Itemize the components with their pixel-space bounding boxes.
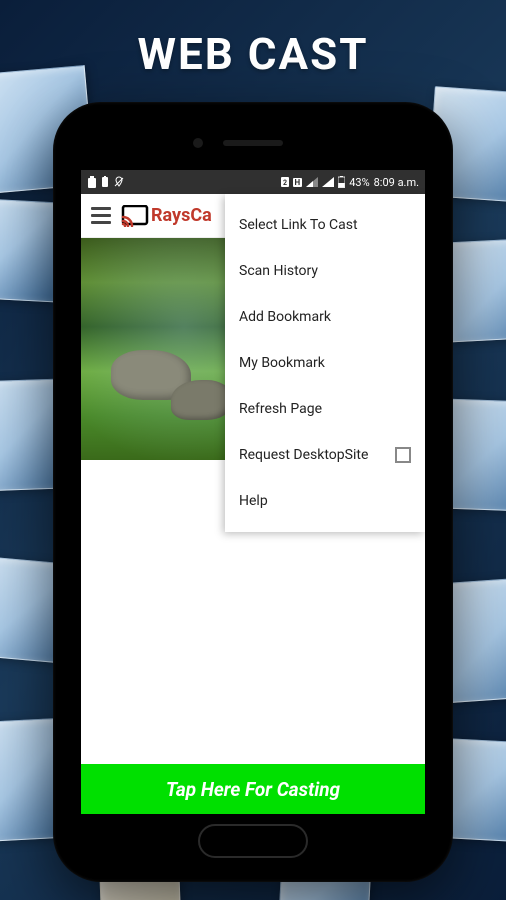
cast-button-label: Tap Here For Casting <box>166 778 340 801</box>
menu-refresh-page[interactable]: Refresh Page <box>225 386 425 432</box>
network-type-badge: H <box>293 178 303 187</box>
battery-small-icon <box>101 176 109 188</box>
phone-screen: 2 H 43% 8:09 a.m. <box>81 170 425 814</box>
battery-percent: 43% <box>349 176 369 189</box>
menu-scan-history[interactable]: Scan History <box>225 248 425 294</box>
signal-icon <box>306 177 318 187</box>
page-title: WEB CAST <box>0 28 506 80</box>
signal2-icon <box>322 177 334 187</box>
menu-add-bookmark[interactable]: Add Bookmark <box>225 294 425 340</box>
menu-item-label: Help <box>239 493 268 509</box>
menu-request-desktop-site[interactable]: Request DesktopSite <box>225 432 425 478</box>
phone-home-button <box>198 824 308 858</box>
battery-icon <box>338 176 345 188</box>
clock-time: 8:09 a.m. <box>374 176 419 189</box>
svg-text:2: 2 <box>283 179 287 187</box>
options-menu: Select Link To Cast Scan History Add Boo… <box>225 194 425 532</box>
menu-item-label: Select Link To Cast <box>239 217 358 233</box>
status-bar: 2 H 43% 8:09 a.m. <box>81 170 425 194</box>
sim-icon <box>87 176 97 188</box>
cast-icon <box>121 205 149 227</box>
menu-item-label: Add Bookmark <box>239 309 331 325</box>
menu-item-label: Scan History <box>239 263 318 279</box>
checkbox-icon[interactable] <box>395 447 411 463</box>
menu-my-bookmark[interactable]: My Bookmark <box>225 340 425 386</box>
menu-item-label: Request DesktopSite <box>239 447 368 463</box>
app-logo: RaysCa <box>121 205 212 227</box>
cast-button[interactable]: Tap Here For Casting <box>81 764 425 814</box>
phone-camera <box>193 138 203 148</box>
menu-item-label: Refresh Page <box>239 401 322 417</box>
phone-frame: 2 H 43% 8:09 a.m. <box>53 102 453 882</box>
menu-icon[interactable] <box>89 204 113 228</box>
menu-help[interactable]: Help <box>225 478 425 524</box>
menu-item-label: My Bookmark <box>239 355 325 371</box>
brand-name: RaysCa <box>151 205 212 226</box>
location-off-icon <box>113 176 125 188</box>
menu-select-link-to-cast[interactable]: Select Link To Cast <box>225 202 425 248</box>
phone-speaker <box>223 140 283 146</box>
sim2-icon: 2 <box>281 177 289 187</box>
